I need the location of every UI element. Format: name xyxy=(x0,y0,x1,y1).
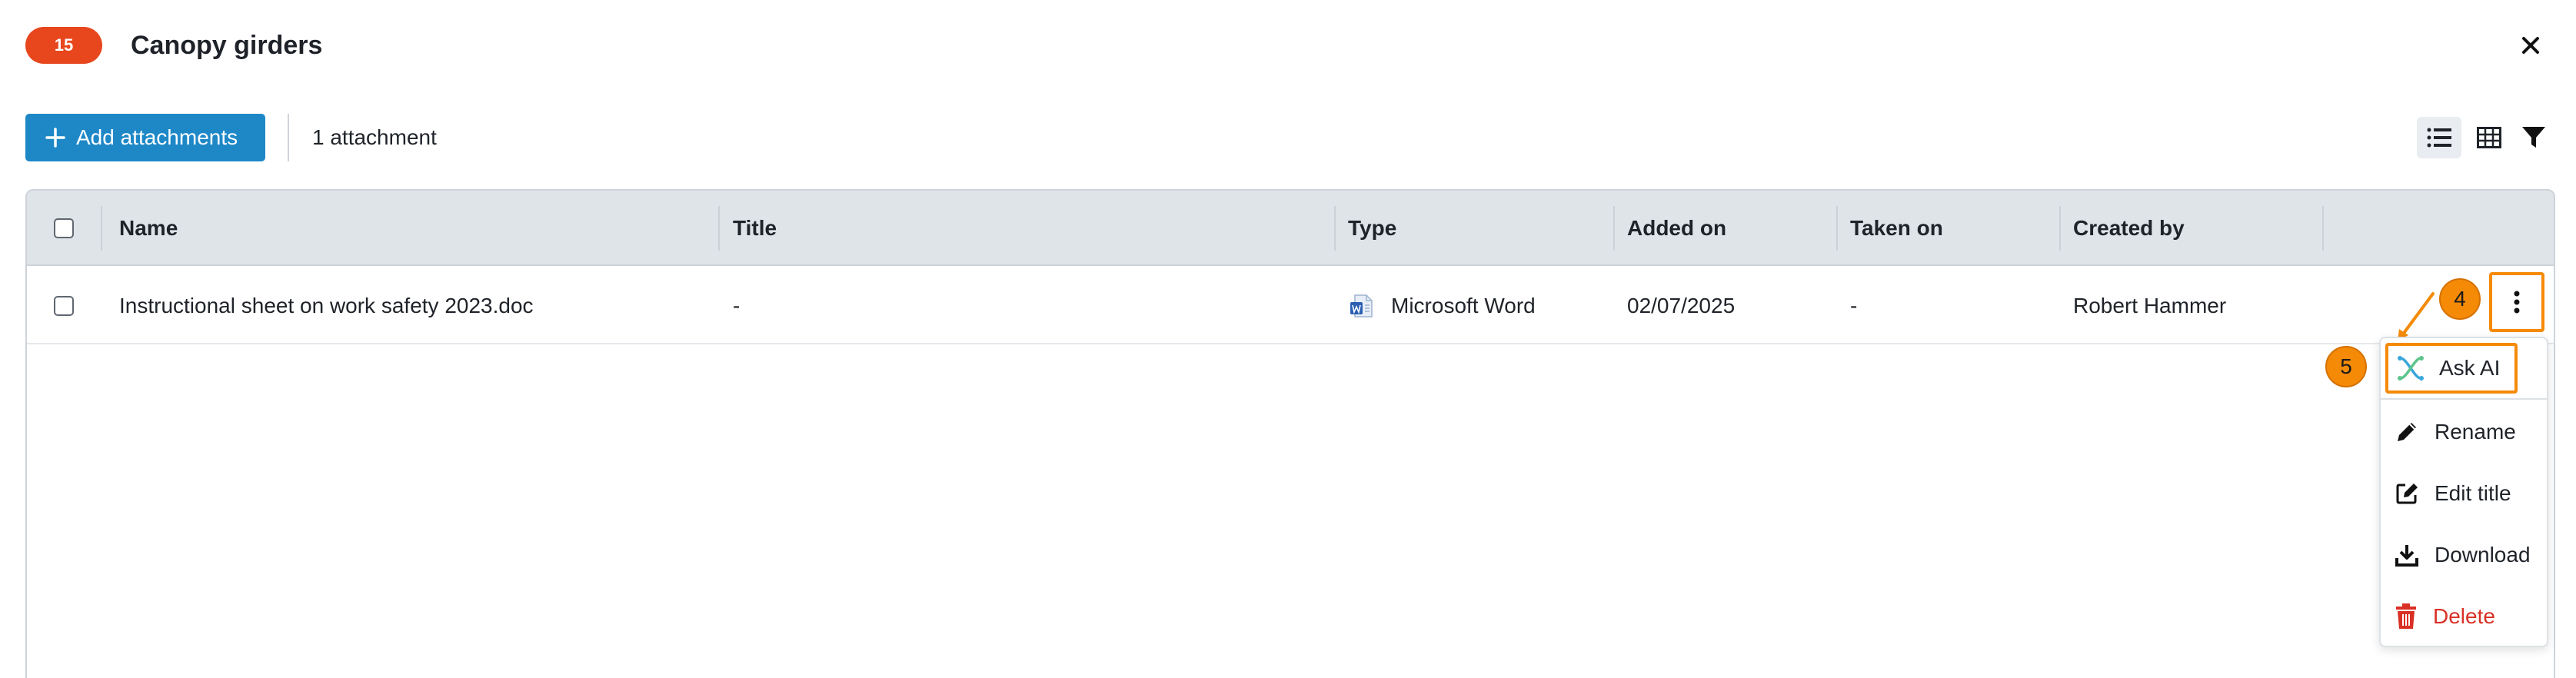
row-created-by: Robert Hammer xyxy=(2073,294,2227,317)
menu-item-label: Delete xyxy=(2433,604,2495,628)
column-divider xyxy=(718,206,720,251)
filter-button[interactable] xyxy=(2513,117,2554,158)
menu-item-rename[interactable]: Rename xyxy=(2381,401,2547,463)
table-icon xyxy=(2477,127,2501,148)
trash-icon xyxy=(2395,603,2418,630)
menu-item-label: Rename xyxy=(2435,420,2516,444)
menu-item-label: Ask AI xyxy=(2439,356,2501,380)
column-header-name[interactable]: Name xyxy=(107,191,637,266)
row-name[interactable]: Instructional sheet on work safety 2023.… xyxy=(107,268,707,344)
list-view-button[interactable] xyxy=(2417,117,2461,158)
more-vertical-icon xyxy=(2514,291,2520,314)
menu-item-ask-ai[interactable]: Ask AI xyxy=(2385,343,2518,394)
column-header-taken-on[interactable]: Taken on xyxy=(1838,191,2045,266)
menu-divider xyxy=(2381,398,2547,400)
menu-item-edit-title[interactable]: Edit title xyxy=(2381,463,2547,524)
page-title: Canopy girders xyxy=(131,31,323,60)
menu-item-download[interactable]: Download xyxy=(2381,524,2547,586)
ai-icon xyxy=(2396,355,2425,381)
grid-view-button[interactable] xyxy=(2468,117,2510,158)
filter-icon xyxy=(2522,127,2545,148)
table-header: Name Title Type Added on Taken on Create… xyxy=(27,191,2554,266)
table-row[interactable]: Instructional sheet on work safety 2023.… xyxy=(27,268,2554,344)
row-taken-on: - xyxy=(1850,294,1858,317)
word-document-icon xyxy=(1350,294,1373,317)
select-all-checkbox[interactable] xyxy=(54,218,74,238)
column-header-type[interactable]: Type xyxy=(1336,191,1597,266)
column-header-created-by[interactable]: Created by xyxy=(2061,191,2307,266)
row-type: Microsoft Word xyxy=(1336,268,1597,344)
download-icon xyxy=(2395,543,2419,567)
column-divider xyxy=(2322,206,2324,251)
column-divider xyxy=(101,206,102,251)
row-added-on: 02/07/2025 xyxy=(1627,294,1736,317)
attachment-count: 1 attachment xyxy=(312,125,437,149)
close-icon xyxy=(2522,37,2539,54)
row-title: - xyxy=(733,294,741,317)
row-checkbox[interactable] xyxy=(54,296,74,316)
pencil-icon xyxy=(2395,420,2419,444)
column-header-added-on[interactable]: Added on xyxy=(1615,191,1822,266)
list-icon xyxy=(2427,128,2451,148)
row-actions-button[interactable] xyxy=(2489,272,2544,332)
column-header-title[interactable]: Title xyxy=(721,191,1320,266)
add-attachments-label: Add attachments xyxy=(76,125,238,149)
select-all-cell xyxy=(27,191,101,266)
close-button[interactable] xyxy=(2514,29,2547,61)
step-callout-5: 5 xyxy=(2325,346,2367,387)
count-badge: 15 xyxy=(25,27,102,64)
attachments-table: Name Title Type Added on Taken on Create… xyxy=(25,189,2555,678)
step-callout-4: 4 xyxy=(2439,278,2481,320)
menu-item-delete[interactable]: Delete xyxy=(2381,586,2547,647)
row-actions-menu: Ask AI Rename Edit title Download Delete xyxy=(2379,337,2548,647)
menu-item-label: Download xyxy=(2435,543,2531,567)
edit-square-icon xyxy=(2395,481,2419,506)
add-attachments-button[interactable]: Add attachments xyxy=(25,114,265,161)
row-type-label: Microsoft Word xyxy=(1391,294,1536,317)
menu-item-label: Edit title xyxy=(2435,481,2511,505)
plus-icon xyxy=(45,128,65,148)
toolbar-divider xyxy=(288,114,289,161)
row-select-cell xyxy=(27,268,101,344)
